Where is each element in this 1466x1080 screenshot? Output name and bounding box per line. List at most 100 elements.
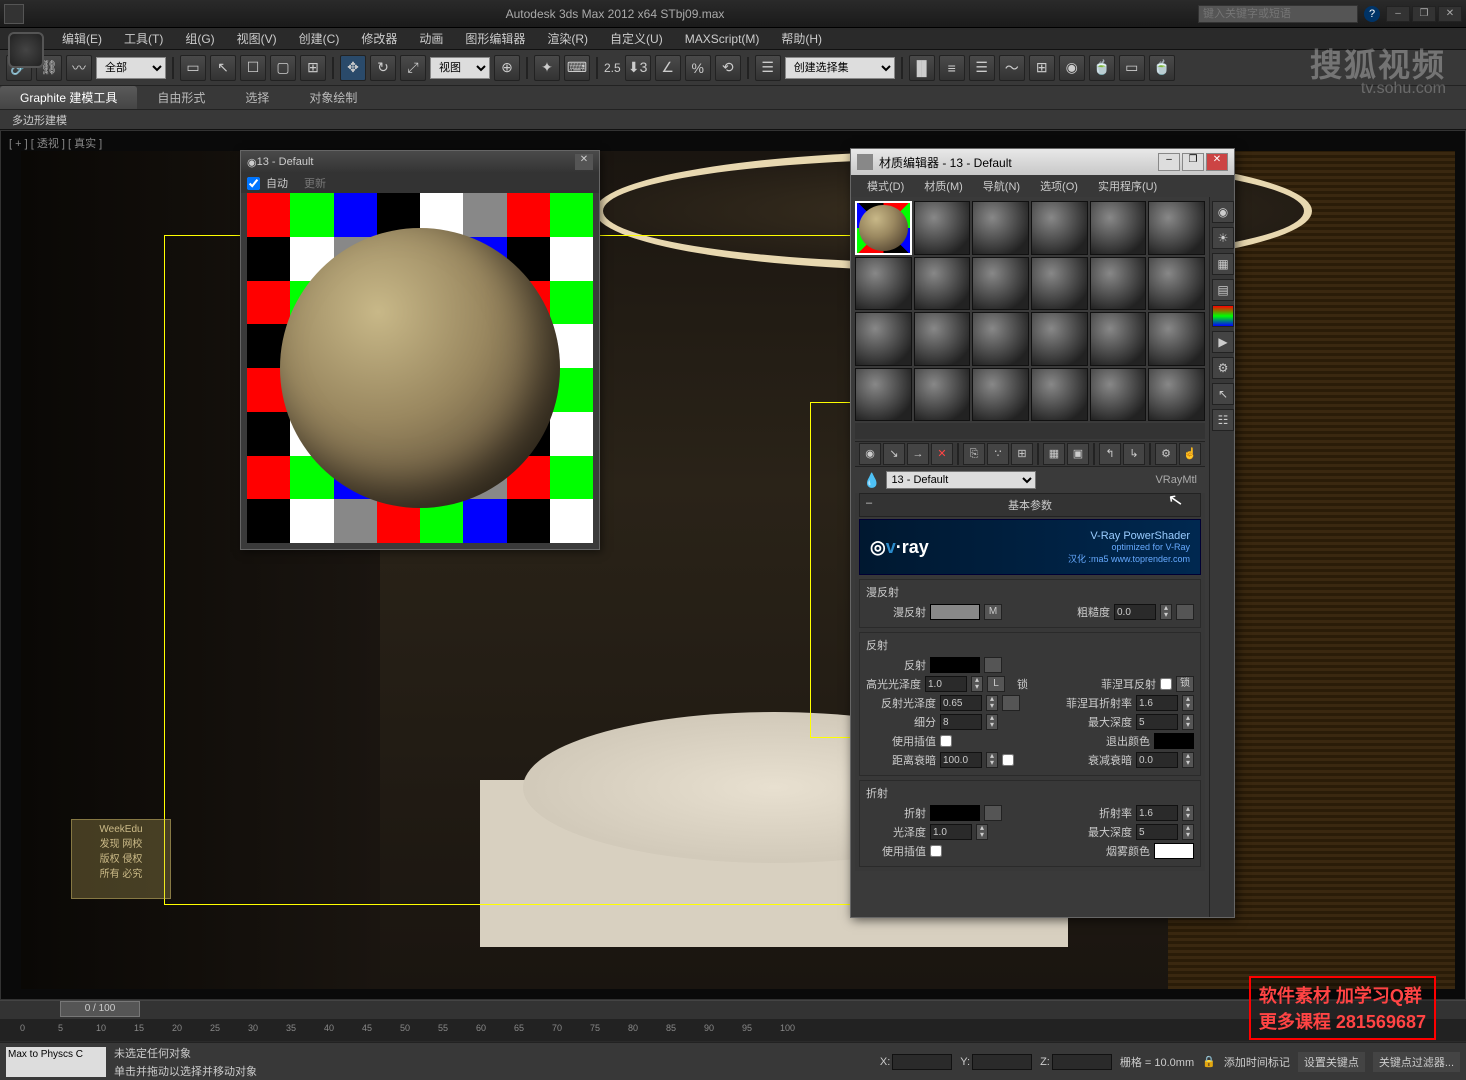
select-name-icon[interactable]: ☐ bbox=[240, 55, 266, 81]
matlib-icon[interactable]: ☷ bbox=[1212, 409, 1234, 431]
material-slot[interactable] bbox=[855, 312, 912, 366]
mirror-icon[interactable]: ▐▌ bbox=[909, 55, 935, 81]
refract-map-button[interactable] bbox=[984, 805, 1002, 821]
spinner-buttons[interactable]: ▴▾ bbox=[1182, 824, 1194, 840]
menu-grapheditors[interactable]: 图形编辑器 bbox=[455, 28, 535, 49]
named-selset-icon[interactable]: ☰ bbox=[755, 55, 781, 81]
reflect-map-button[interactable] bbox=[984, 657, 1002, 673]
menu-animation[interactable]: 动画 bbox=[409, 28, 453, 49]
show-end-icon[interactable]: ▣ bbox=[1067, 443, 1089, 465]
me-menu-nav[interactable]: 导航(N) bbox=[975, 176, 1028, 196]
hilight-lock-button[interactable]: L bbox=[987, 676, 1005, 692]
curve-editor-icon[interactable]: ～ bbox=[999, 55, 1025, 81]
material-slot[interactable] bbox=[855, 201, 912, 255]
setkey-button[interactable]: 设置关键点 bbox=[1298, 1052, 1365, 1072]
material-slot[interactable] bbox=[1031, 368, 1088, 422]
make-copy-icon[interactable]: ⎘ bbox=[963, 443, 985, 465]
show-map-icon[interactable]: ▦ bbox=[1043, 443, 1065, 465]
material-slot[interactable] bbox=[972, 257, 1029, 311]
put-library-icon[interactable]: ⊞ bbox=[1011, 443, 1033, 465]
refrgloss-spinner[interactable]: 1.0 bbox=[930, 824, 972, 840]
preview-update-button[interactable]: 更新 bbox=[304, 175, 326, 191]
pivot-icon[interactable]: ⊕ bbox=[494, 55, 520, 81]
reflgloss-spinner[interactable]: 0.65 bbox=[940, 695, 982, 711]
refract-color-swatch[interactable] bbox=[930, 805, 980, 821]
layers-icon[interactable]: ☰ bbox=[969, 55, 995, 81]
menu-render[interactable]: 渲染(R) bbox=[537, 28, 598, 49]
preview-titlebar[interactable]: ◉ 13 - Default ✕ bbox=[241, 151, 599, 173]
backlight-icon[interactable]: ☀ bbox=[1212, 227, 1234, 249]
diffuse-color-swatch[interactable] bbox=[930, 604, 980, 620]
eyedropper-icon[interactable]: 💧 bbox=[863, 472, 880, 489]
material-slot[interactable] bbox=[914, 312, 971, 366]
menu-modifiers[interactable]: 修改器 bbox=[351, 28, 407, 49]
sample-uv-icon[interactable]: ▤ bbox=[1212, 279, 1234, 301]
select-by-mat-side-icon[interactable]: ↖ bbox=[1212, 383, 1234, 405]
material-slot[interactable] bbox=[1031, 201, 1088, 255]
spinner-buttons[interactable]: ▴▾ bbox=[1182, 805, 1194, 821]
ribbon-tab-freeform[interactable]: 自由形式 bbox=[137, 86, 225, 109]
time-ruler[interactable]: 0510152025303540455055606570758085909510… bbox=[0, 1019, 1466, 1041]
slot-scrollbar[interactable] bbox=[855, 423, 1205, 439]
ribbon-tab-selection[interactable]: 选择 bbox=[225, 86, 289, 109]
x-input[interactable] bbox=[892, 1054, 952, 1070]
material-slot[interactable] bbox=[972, 312, 1029, 366]
keyfilter-button[interactable]: 关键点过滤器... bbox=[1373, 1052, 1460, 1072]
background-icon[interactable]: ▦ bbox=[1212, 253, 1234, 275]
material-slot[interactable] bbox=[1148, 257, 1205, 311]
minimize-button[interactable]: – bbox=[1386, 6, 1410, 22]
menu-help[interactable]: 帮助(H) bbox=[771, 28, 832, 49]
fog-color-swatch[interactable] bbox=[1154, 843, 1194, 859]
material-slot[interactable] bbox=[1148, 312, 1205, 366]
maxscript-listener[interactable]: Max to Physcs C bbox=[6, 1047, 106, 1077]
schematic-icon[interactable]: ⊞ bbox=[1029, 55, 1055, 81]
ior-spinner[interactable]: 1.6 bbox=[1136, 805, 1178, 821]
material-slot[interactable] bbox=[1090, 312, 1147, 366]
material-slot[interactable] bbox=[1148, 201, 1205, 255]
material-slot[interactable] bbox=[914, 257, 971, 311]
angle-snap-icon[interactable]: ∠ bbox=[655, 55, 681, 81]
menu-maxscript[interactable]: MAXScript(M) bbox=[675, 30, 770, 48]
viewport[interactable]: [ + ] [ 透视 ] [ 真实 ] WeekEdu 发现 网校 版权 侵权 … bbox=[0, 130, 1466, 1000]
assign-icon[interactable]: → bbox=[907, 443, 929, 465]
select-region-icon[interactable]: ▢ bbox=[270, 55, 296, 81]
mateditor-titlebar[interactable]: 材质编辑器 - 13 - Default – ❐ ✕ bbox=[851, 149, 1234, 175]
material-name-select[interactable]: 13 - Default bbox=[886, 471, 1036, 489]
select-by-mat-icon[interactable]: ☝ bbox=[1179, 443, 1201, 465]
y-input[interactable] bbox=[972, 1054, 1032, 1070]
maxdepth-spinner[interactable]: 5 bbox=[1136, 714, 1178, 730]
menu-tools[interactable]: 工具(T) bbox=[114, 28, 173, 49]
close-button[interactable]: ✕ bbox=[1438, 6, 1462, 22]
z-input[interactable] bbox=[1052, 1054, 1112, 1070]
spinner-buttons[interactable]: ▴▾ bbox=[1182, 695, 1194, 711]
mateditor-min-button[interactable]: – bbox=[1158, 153, 1180, 171]
mateditor-close-button[interactable]: ✕ bbox=[1206, 153, 1228, 171]
spinner-buttons[interactable]: ▴▾ bbox=[971, 676, 983, 692]
me-menu-options[interactable]: 选项(O) bbox=[1032, 176, 1086, 196]
go-sibling-icon[interactable]: ↳ bbox=[1123, 443, 1145, 465]
refcoord-select[interactable]: 视图 bbox=[430, 57, 490, 79]
addtime-button[interactable]: 添加时间标记 bbox=[1224, 1054, 1290, 1070]
rollout-basic-header[interactable]: 基本参数 bbox=[859, 493, 1201, 517]
reflgloss-map-button[interactable] bbox=[1002, 695, 1020, 711]
material-slot[interactable] bbox=[855, 368, 912, 422]
mateditor-icon[interactable]: ◉ bbox=[1059, 55, 1085, 81]
material-slot[interactable] bbox=[855, 257, 912, 311]
spinner-buttons[interactable]: ▴▾ bbox=[976, 824, 988, 840]
menu-view[interactable]: 视图(V) bbox=[227, 28, 287, 49]
menu-customize[interactable]: 自定义(U) bbox=[600, 28, 673, 49]
video-color-icon[interactable] bbox=[1212, 305, 1234, 327]
delete-icon[interactable]: ✕ bbox=[931, 443, 953, 465]
material-slot[interactable] bbox=[914, 201, 971, 255]
material-slot[interactable] bbox=[1090, 201, 1147, 255]
material-editor-window[interactable]: 材质编辑器 - 13 - Default – ❐ ✕ 模式(D) 材质(M) 导… bbox=[850, 148, 1235, 918]
move-icon[interactable]: ✥ bbox=[340, 55, 366, 81]
spinner-buttons[interactable]: ▴▾ bbox=[986, 714, 998, 730]
reflect-color-swatch[interactable] bbox=[930, 657, 980, 673]
go-parent-icon[interactable]: ↰ bbox=[1099, 443, 1121, 465]
material-slot[interactable] bbox=[1090, 257, 1147, 311]
material-slot[interactable] bbox=[1031, 312, 1088, 366]
material-slot[interactable] bbox=[1031, 257, 1088, 311]
scale-icon[interactable]: ⤢ bbox=[400, 55, 426, 81]
material-slot[interactable] bbox=[1148, 368, 1205, 422]
